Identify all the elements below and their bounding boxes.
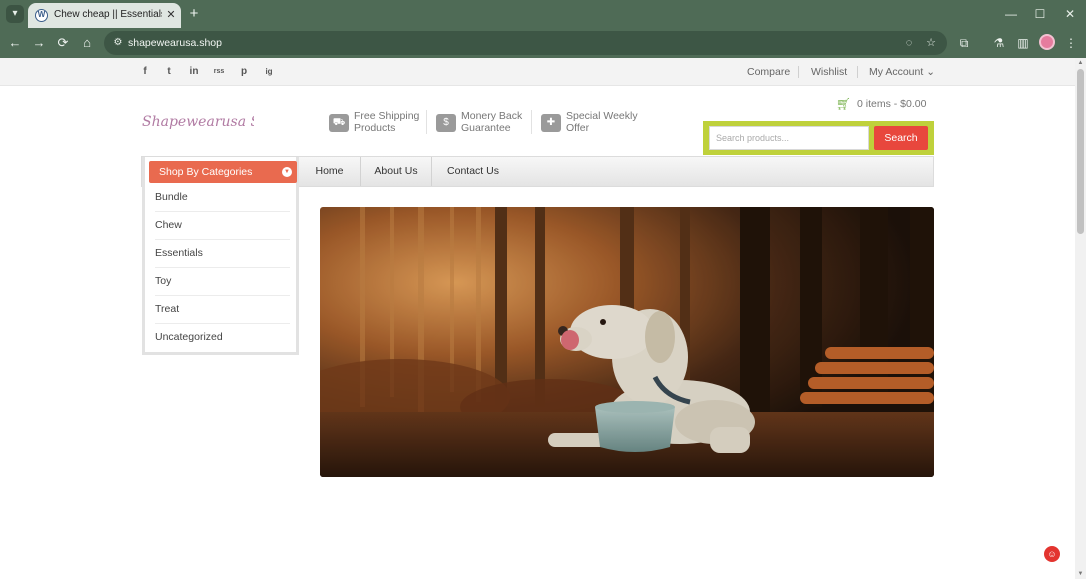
address-url[interactable]: shapewearusa.shop xyxy=(128,37,222,49)
maximize-icon[interactable]: ☐ xyxy=(1031,5,1049,23)
scroll-down-arrow-icon[interactable]: ▼ xyxy=(1077,571,1084,577)
bookmark-star-icon[interactable]: ☆ xyxy=(923,35,939,51)
feature-weekly-offer: ✚ Special Weekly Offer xyxy=(541,110,641,136)
feature-text: Monery Back Guarantee xyxy=(461,110,523,134)
category-dropdown: Shop By Categories ▼ Bundle Chew Essenti… xyxy=(142,157,299,355)
search-button[interactable]: Search xyxy=(874,126,928,150)
category-item-toy[interactable]: Toy xyxy=(155,268,290,296)
browser-menu-icon[interactable]: ⋮ xyxy=(1062,34,1080,52)
money-icon: $ xyxy=(436,114,456,132)
back-icon[interactable]: ← xyxy=(6,34,24,52)
nav-contact-us[interactable]: Contact Us xyxy=(432,157,514,186)
compare-link[interactable]: Compare xyxy=(747,66,790,78)
browser-toolbar: ← → ⟳ ⌂ ⚙ shapewearusa.shop ◌ ☆ ⧉ ⚗ ▥ ⋮ xyxy=(0,28,1086,58)
feature-free-shipping: ⛟ Free Shipping Products xyxy=(329,110,424,136)
category-item-uncategorized[interactable]: Uncategorized xyxy=(155,324,290,352)
category-item-chew[interactable]: Chew xyxy=(155,212,290,240)
truck-icon: ⛟ xyxy=(329,114,349,132)
tab-title: Chew cheap || Essentials sale || Shapewe… xyxy=(54,9,162,20)
shop-by-categories-button[interactable]: Shop By Categories ▼ xyxy=(149,161,297,183)
twitter-icon[interactable]: t xyxy=(162,65,176,79)
home-icon[interactable]: ⌂ xyxy=(78,34,96,52)
my-account-link[interactable]: My Account ⌄ xyxy=(869,66,935,78)
feature-divider xyxy=(426,110,427,134)
chevron-down-icon: ▼ xyxy=(282,167,292,177)
site-info-icon[interactable]: ⚙ xyxy=(111,36,125,50)
category-item-bundle[interactable]: Bundle xyxy=(155,184,290,212)
feature-text: Free Shipping Products xyxy=(354,110,420,134)
dog-in-forest-illustration xyxy=(320,207,934,477)
facebook-icon[interactable]: f xyxy=(138,65,152,79)
floating-help-icon[interactable]: ☺ xyxy=(1044,546,1060,562)
browser-tab-bar: ▾ W Chew cheap || Essentials sale || Sha… xyxy=(0,0,1086,28)
window-close-icon[interactable]: ✕ xyxy=(1061,5,1079,23)
nav-about-us[interactable]: About Us xyxy=(361,157,431,186)
sidebar-icon[interactable]: ▥ xyxy=(1014,34,1032,52)
scroll-thumb[interactable] xyxy=(1077,69,1084,234)
tab-search-icon[interactable]: ▾ xyxy=(6,5,24,23)
top-bar: f t in rss p ig Compare Wishlist My Acco… xyxy=(0,58,1075,86)
top-divider xyxy=(857,66,858,78)
wordpress-favicon-icon: W xyxy=(35,9,48,22)
page-scrollbar[interactable]: ▲ ▼ xyxy=(1075,58,1086,579)
gift-icon: ✚ xyxy=(541,114,561,132)
feature-money-back: $ Monery Back Guarantee xyxy=(436,110,528,136)
search-input[interactable] xyxy=(709,126,869,150)
wishlist-link[interactable]: Wishlist xyxy=(811,66,847,78)
forward-icon[interactable]: → xyxy=(30,34,48,52)
new-tab-button[interactable]: + xyxy=(186,5,202,23)
labs-flask-icon[interactable]: ⚗ xyxy=(990,34,1008,52)
feature-divider xyxy=(531,110,532,134)
category-item-treat[interactable]: Treat xyxy=(155,296,290,324)
tab-close-icon[interactable]: ✕ xyxy=(165,8,177,22)
address-bar[interactable]: ⚙ shapewearusa.shop ◌ ☆ xyxy=(104,31,947,55)
nav-home[interactable]: Home xyxy=(299,157,360,186)
site-logo[interactable]: Shapewearusa Shop xyxy=(142,114,254,130)
eye-off-icon[interactable]: ◌ xyxy=(901,35,917,51)
categories-label: Shop By Categories xyxy=(159,166,253,178)
profile-avatar[interactable] xyxy=(1039,34,1055,50)
web-page: f t in rss p ig Compare Wishlist My Acco… xyxy=(0,58,1075,579)
feature-text: Special Weekly Offer xyxy=(566,110,638,134)
browser-tab[interactable]: W Chew cheap || Essentials sale || Shape… xyxy=(28,3,181,28)
minimize-icon[interactable]: — xyxy=(1002,5,1020,23)
search-form: Search xyxy=(703,121,934,155)
cart-icon[interactable]: 🛒︎ xyxy=(836,97,854,111)
category-item-essentials[interactable]: Essentials xyxy=(155,240,290,268)
top-divider xyxy=(798,66,799,78)
pinterest-icon[interactable]: p xyxy=(237,65,251,79)
rss-icon[interactable]: rss xyxy=(212,65,226,79)
reload-icon[interactable]: ⟳ xyxy=(54,34,72,52)
instagram-icon[interactable]: ig xyxy=(262,65,276,79)
extensions-icon[interactable]: ⧉ xyxy=(955,34,973,52)
cart-summary[interactable]: 0 items - $0.00 xyxy=(857,98,926,110)
linkedin-icon[interactable]: in xyxy=(187,65,201,79)
hero-banner-image[interactable] xyxy=(320,207,934,477)
scroll-up-arrow-icon[interactable]: ▲ xyxy=(1077,60,1084,66)
